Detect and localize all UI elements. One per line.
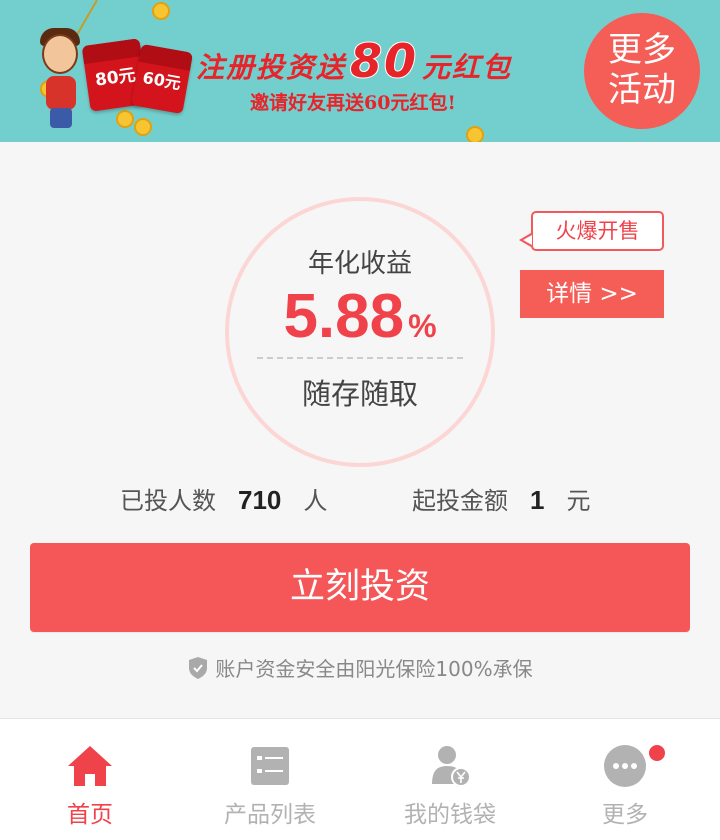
rate-circle: 年化收益 5.88% 随存随取 (225, 197, 495, 467)
nav-item-products[interactable]: 产品列表 (180, 719, 360, 840)
promo-banner[interactable]: 80元 60元 注册投资送80 元红包 邀请好友再送60元红包! 更多 活动 (0, 0, 720, 142)
more-activities-button[interactable]: 更多 活动 (584, 13, 700, 129)
nav-item-more[interactable]: 更多 (535, 719, 715, 840)
banner-subtitle: 邀请好友再送60元红包! (250, 92, 456, 114)
hot-sale-tag: 火爆开售 (519, 211, 664, 251)
red-envelope-60: 60元 (131, 43, 193, 115)
home-icon (65, 743, 115, 789)
annual-yield-label: 年化收益 (307, 249, 412, 279)
deposit-mode: 随存随取 (301, 377, 418, 411)
list-icon (245, 743, 295, 789)
rate-number: 5.88 (283, 282, 405, 351)
coin-icon (152, 2, 170, 20)
details-button[interactable]: 详情 >> (520, 270, 664, 318)
coin-icon (466, 126, 484, 142)
banner-title: 注册投资送80 元红包 (196, 33, 513, 89)
minimum-investment: 起投金额 1 元 (412, 485, 591, 515)
notification-badge (647, 743, 667, 763)
dashed-divider (257, 357, 463, 359)
investment-stats: 已投人数 710 人 起投金额 1 元 (0, 481, 720, 525)
coin-icon (116, 110, 134, 128)
mascot-illustration (36, 28, 84, 128)
nav-item-wallet[interactable]: 我的钱袋 (360, 719, 540, 840)
nav-item-home[interactable]: 首页 (0, 719, 180, 840)
more-activities-line2: 活动 (608, 70, 676, 110)
security-note: 账户资金安全由阳光保险100%承保 (0, 653, 720, 685)
coin-icon (134, 118, 152, 136)
annual-yield-value: 5.88% (229, 281, 491, 352)
invest-now-button[interactable]: 立刻投资 (30, 543, 690, 632)
more-icon (600, 743, 650, 789)
wallet-user-icon (425, 743, 475, 789)
bottom-nav: 首页 产品列表 我的钱袋 更多 (0, 718, 720, 840)
investors-count: 已投人数 710 人 (120, 485, 328, 515)
rate-unit: % (408, 308, 437, 344)
more-activities-line1: 更多 (608, 30, 676, 70)
shield-icon (187, 656, 209, 685)
